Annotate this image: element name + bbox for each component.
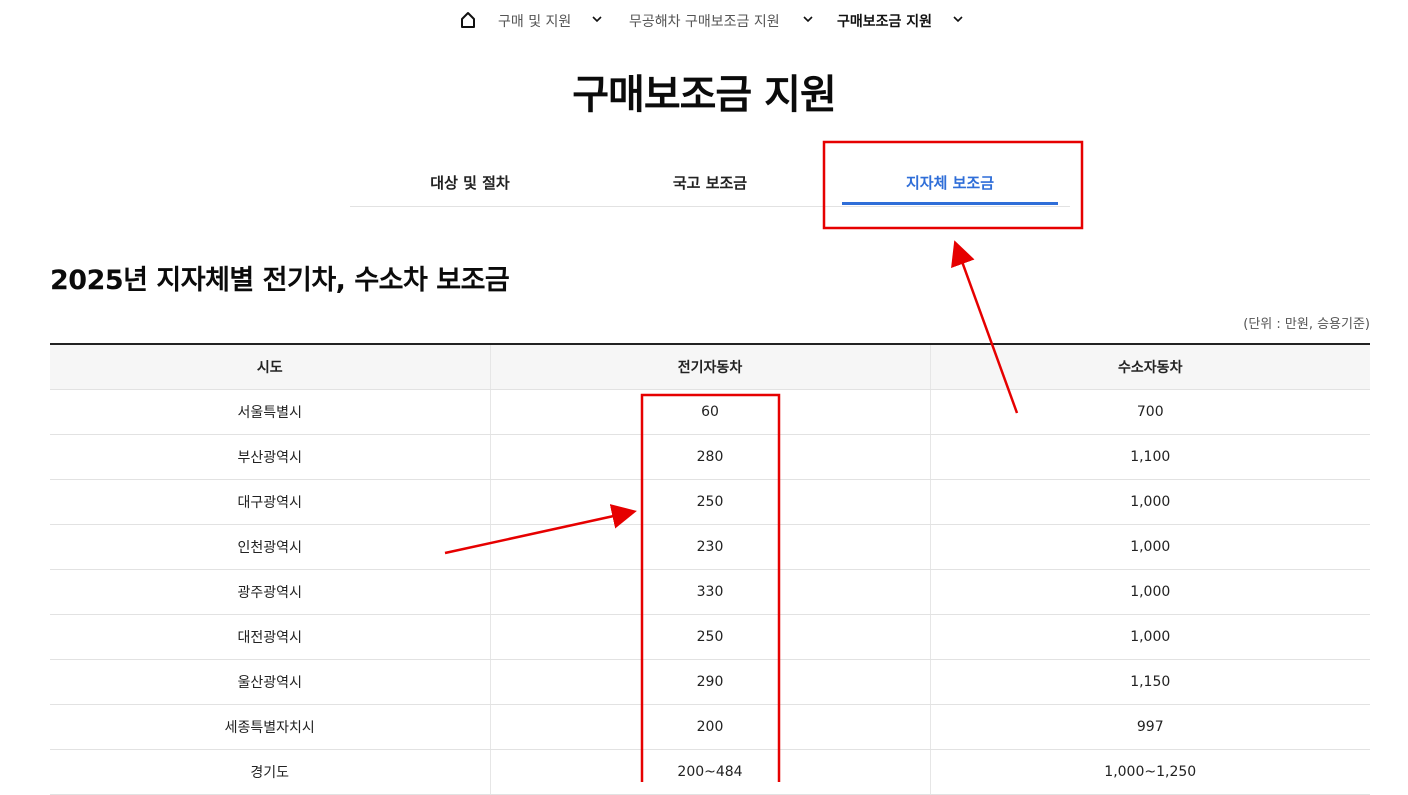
breadcrumb-item-current[interactable]: 구매보조금 지원	[837, 11, 932, 31]
column-header-region: 시도	[50, 343, 490, 390]
ev-subsidy-cell: 230	[489, 524, 930, 570]
chevron-down-icon[interactable]	[952, 14, 964, 24]
hydrogen-subsidy-cell: 1,000	[929, 614, 1370, 660]
hydrogen-subsidy-cell: 1,000~1,250	[929, 749, 1370, 795]
hydrogen-subsidy-cell: 1,150	[929, 659, 1370, 705]
breadcrumb-item-zero-emission-subsidy[interactable]: 무공해차 구매보조금 지원	[629, 11, 780, 31]
chevron-down-icon[interactable]	[802, 14, 814, 24]
section-title: 2025년 지자체별 전기차, 수소차 보조금	[50, 265, 510, 296]
page-title: 구매보조금 지원	[572, 72, 837, 118]
table-row: 부산광역시 280 1,100	[50, 434, 1370, 480]
region-cell: 대전광역시	[50, 614, 490, 660]
region-cell: 울산광역시	[50, 659, 490, 705]
active-tab-indicator	[842, 202, 1058, 205]
region-cell: 광주광역시	[50, 569, 490, 615]
table-row: 광주광역시 330 1,000	[50, 569, 1370, 615]
hydrogen-subsidy-cell: 997	[929, 704, 1370, 750]
home-icon[interactable]	[460, 11, 476, 29]
region-cell: 대구광역시	[50, 479, 490, 525]
region-cell: 부산광역시	[50, 434, 490, 480]
hydrogen-subsidy-cell: 1,100	[929, 434, 1370, 480]
breadcrumb: 구매 및 지원 무공해차 구매보조금 지원 구매보조금 지원	[0, 0, 1408, 40]
table-row: 경기도 200~484 1,000~1,250	[50, 749, 1370, 795]
hydrogen-subsidy-cell: 1,000	[929, 479, 1370, 525]
ev-subsidy-cell: 250	[489, 479, 930, 525]
hydrogen-subsidy-cell: 1,000	[929, 569, 1370, 615]
chevron-down-icon[interactable]	[591, 14, 603, 24]
table-row: 대구광역시 250 1,000	[50, 479, 1370, 525]
region-cell: 서울특별시	[50, 389, 490, 435]
region-cell: 경기도	[50, 749, 490, 795]
table-row: 울산광역시 290 1,150	[50, 659, 1370, 705]
table-row: 서울특별시 60 700	[50, 389, 1370, 435]
region-cell: 인천광역시	[50, 524, 490, 570]
region-cell: 세종특별자치시	[50, 704, 490, 750]
tab-national-subsidy[interactable]: 국고 보조금	[600, 172, 820, 193]
table-row: 대전광역시 250 1,000	[50, 614, 1370, 660]
ev-subsidy-cell: 200	[489, 704, 930, 750]
subsidy-table: 시도 전기자동차 수소자동차 서울특별시 60 700 부산광역시 280 1,…	[50, 343, 1370, 795]
hydrogen-subsidy-cell: 700	[929, 389, 1370, 435]
table-header-row: 시도 전기자동차 수소자동차	[50, 343, 1370, 390]
column-header-hydrogen: 수소자동차	[929, 343, 1370, 390]
ev-subsidy-cell: 250	[489, 614, 930, 660]
column-header-ev: 전기자동차	[489, 343, 930, 390]
ev-subsidy-cell: 290	[489, 659, 930, 705]
table-row: 세종특별자치시 200 997	[50, 704, 1370, 750]
tab-local-subsidy[interactable]: 지자체 보조금	[840, 172, 1060, 193]
tab-target-procedure[interactable]: 대상 및 절차	[360, 172, 580, 193]
ev-subsidy-cell: 330	[489, 569, 930, 615]
ev-subsidy-cell: 200~484	[489, 749, 930, 795]
hydrogen-subsidy-cell: 1,000	[929, 524, 1370, 570]
ev-subsidy-cell: 60	[489, 389, 930, 435]
table-row: 인천광역시 230 1,000	[50, 524, 1370, 570]
unit-note: (단위 : 만원, 승용기준)	[1243, 317, 1370, 332]
tab-bar: 대상 및 절차 국고 보조금 지자체 보조금	[350, 160, 1070, 207]
ev-subsidy-cell: 280	[489, 434, 930, 480]
breadcrumb-item-purchase-support[interactable]: 구매 및 지원	[498, 11, 571, 31]
